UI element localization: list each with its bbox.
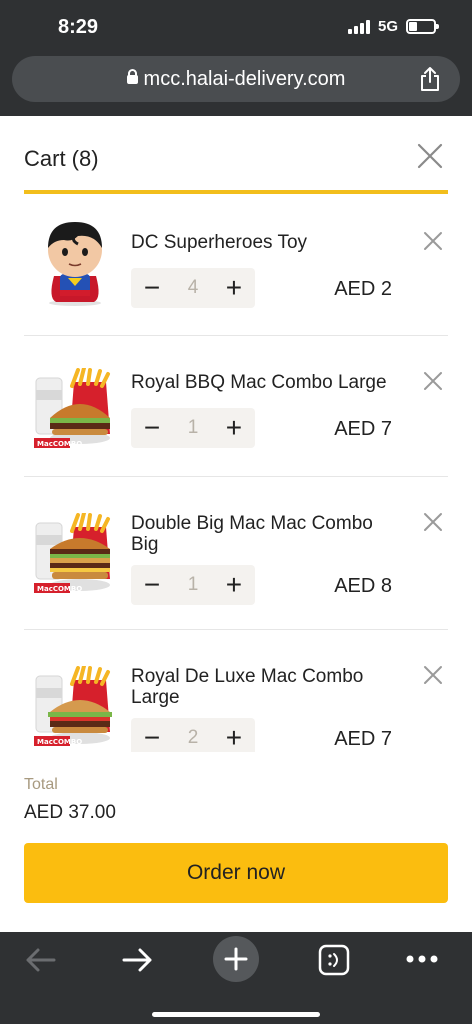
item-name: Royal BBQ Mac Combo Large — [131, 372, 387, 393]
quantity-stepper: − 1 + — [131, 565, 255, 605]
cart-item: MacCOMBO Royal BBQ Mac Combo Large − 1 +… — [24, 336, 448, 477]
remove-item-icon[interactable] — [422, 664, 444, 686]
combo-badge-text: MacCOMBO — [37, 585, 82, 593]
quantity-value: 4 — [187, 277, 199, 298]
browser-toolbar — [0, 932, 472, 1024]
status-time: 8:29 — [58, 16, 99, 38]
item-price: AED 7 — [334, 418, 392, 440]
cart-item: MacCOMBO Double Big Mac Mac Combo Big − … — [24, 477, 448, 630]
quantity-stepper: − 2 + — [131, 718, 255, 752]
item-price: AED 2 — [334, 278, 392, 300]
combo-badge-text: MacCOMBO — [37, 738, 82, 746]
signal-icon — [347, 19, 370, 34]
network-label: 5G — [377, 18, 398, 35]
cart-item: DC Superheroes Toy − 4 + AED 2 — [24, 196, 448, 336]
superhero-toy-image — [48, 222, 102, 306]
lock-icon — [126, 69, 138, 87]
decrease-button[interactable]: − — [141, 571, 163, 599]
item-name: DC Superheroes Toy — [131, 232, 308, 253]
item-price: AED 8 — [334, 575, 392, 597]
cart-header: Cart (8) — [24, 138, 448, 194]
quantity-value: 1 — [187, 574, 199, 595]
status-indicators: 5G — [347, 18, 439, 35]
battery-level — [409, 22, 417, 31]
mac-combo-image: MacCOMBO — [34, 513, 110, 593]
combo-badge-text: MacCOMBO — [37, 440, 82, 448]
quantity-stepper: − 4 + — [131, 268, 255, 308]
quantity-value: 2 — [187, 727, 199, 748]
cart-item: MacCOMBO Royal De Luxe Mac Combo Large −… — [24, 630, 448, 752]
back-arrow-icon[interactable] — [24, 946, 56, 974]
remove-item-icon[interactable] — [422, 511, 444, 533]
remove-item-icon[interactable] — [422, 370, 444, 392]
total-value: AED 37.00 — [24, 802, 116, 823]
share-icon[interactable] — [418, 66, 442, 92]
total-label: Total — [24, 776, 58, 793]
order-now-button[interactable]: Order now — [24, 843, 448, 903]
browser-top-chrome: 8:29 5G mcc.halai-delivery.com — [0, 0, 472, 116]
forward-arrow-icon[interactable] — [122, 946, 154, 974]
tabs-icon[interactable] — [318, 944, 350, 976]
more-options-icon[interactable] — [406, 954, 438, 964]
increase-button[interactable]: + — [223, 724, 245, 752]
battery-icon — [406, 19, 439, 34]
close-icon[interactable] — [416, 142, 444, 170]
increase-button[interactable]: + — [223, 414, 245, 442]
remove-item-icon[interactable] — [422, 230, 444, 252]
item-name: Double Big Mac Mac Combo Big — [131, 513, 373, 555]
address-bar[interactable]: mcc.halai-delivery.com — [12, 56, 460, 102]
quantity-value: 1 — [187, 417, 199, 438]
cart-title: Cart (8) — [24, 146, 99, 171]
decrease-button[interactable]: − — [141, 274, 163, 302]
item-price: AED 7 — [334, 728, 392, 750]
mac-combo-image: MacCOMBO — [34, 368, 110, 448]
quantity-stepper: − 1 + — [131, 408, 255, 448]
new-tab-icon[interactable] — [213, 936, 259, 982]
item-name: Royal De Luxe Mac Combo Large — [131, 666, 364, 708]
cart-item-list[interactable]: DC Superheroes Toy − 4 + AED 2 MacCOMBO … — [24, 196, 448, 752]
url-text: mcc.halai-delivery.com — [143, 67, 346, 90]
mac-combo-image: MacCOMBO — [34, 666, 112, 746]
decrease-button[interactable]: − — [141, 724, 163, 752]
increase-button[interactable]: + — [223, 571, 245, 599]
increase-button[interactable]: + — [223, 274, 245, 302]
decrease-button[interactable]: − — [141, 414, 163, 442]
home-indicator — [152, 1012, 320, 1017]
